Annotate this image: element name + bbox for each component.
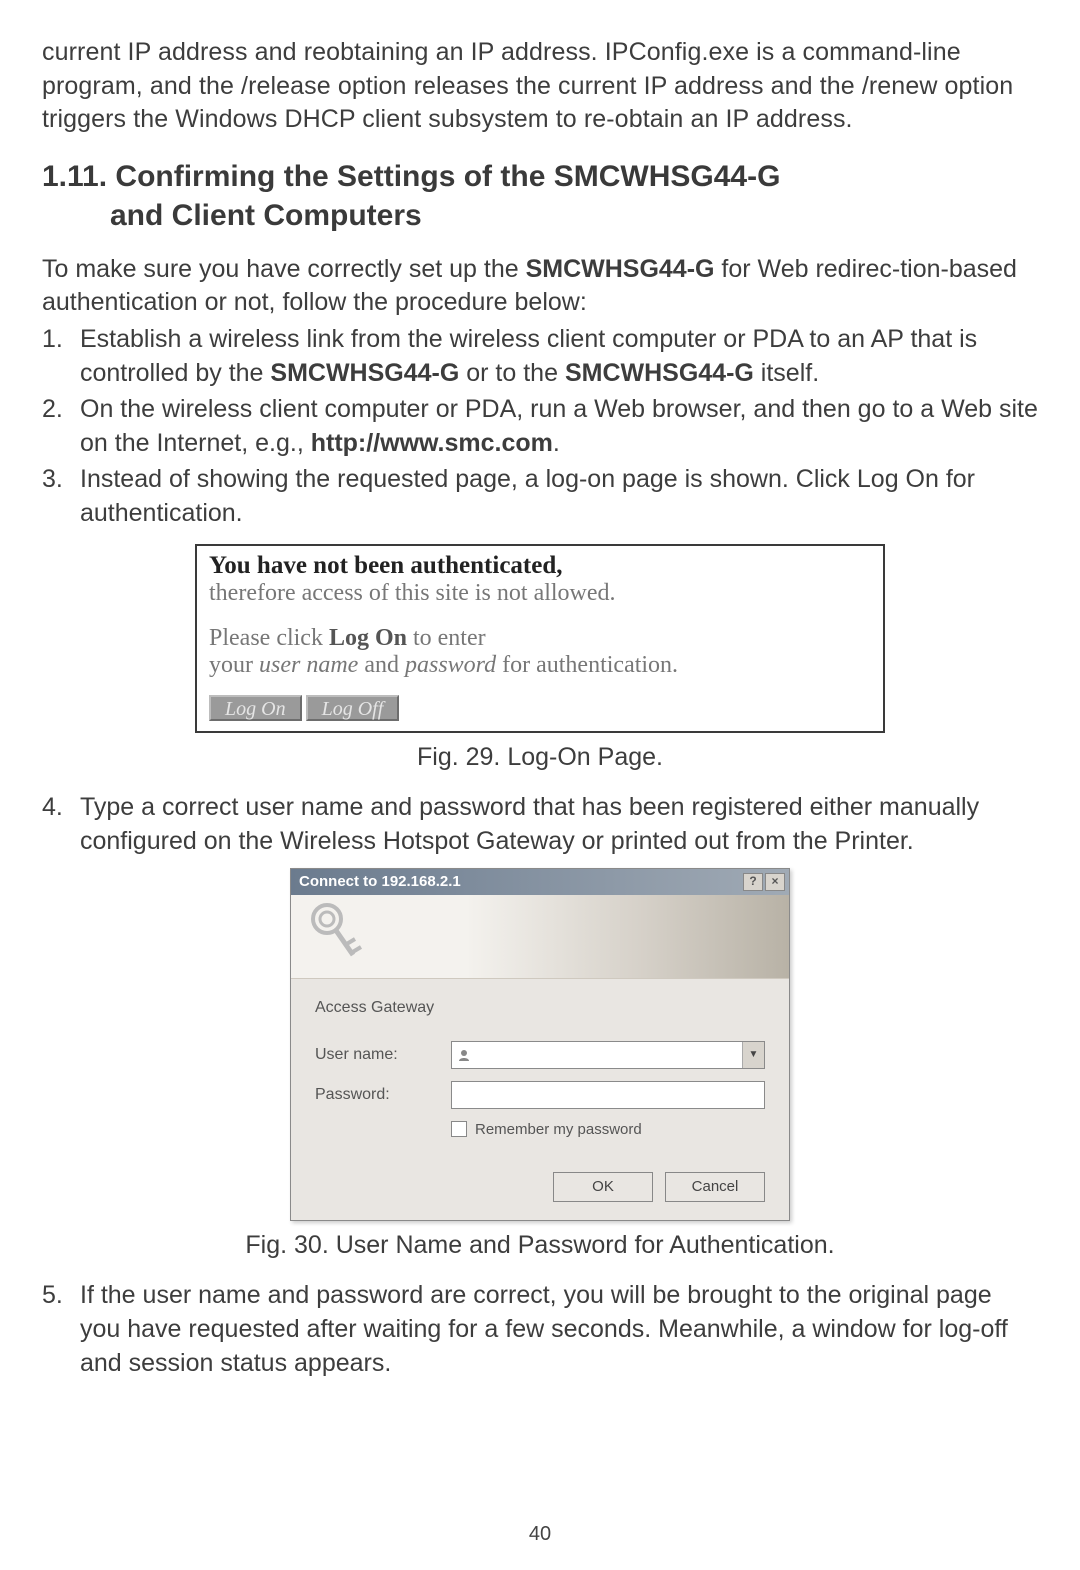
password-row: Password: <box>315 1081 765 1109</box>
cancel-button[interactable]: Cancel <box>665 1172 765 1202</box>
l3b: Log On <box>329 625 407 651</box>
figure-30-dialog: Connect to 192.168.2.1 ? × Access Gatewa… <box>290 868 790 1221</box>
password-input[interactable] <box>451 1081 765 1109</box>
close-button[interactable]: × <box>765 873 785 891</box>
password-label: Password: <box>315 1086 451 1104</box>
dialog-titlebar[interactable]: Connect to 192.168.2.1 ? × <box>291 869 789 895</box>
window-controls: ? × <box>743 873 785 891</box>
step-3: Instead of showing the requested page, a… <box>42 462 1038 530</box>
keys-icon <box>305 901 365 971</box>
s1-b1: SMCWHSG44-G <box>270 359 459 387</box>
s1-t2: or to the <box>459 359 565 387</box>
username-row: User name: ▼ <box>315 1041 765 1069</box>
help-button[interactable]: ? <box>743 873 763 891</box>
dialog-button-row: OK Cancel <box>291 1172 789 1220</box>
l4d: password <box>405 652 496 678</box>
dialog-banner <box>291 895 789 979</box>
remember-label: Remember my password <box>475 1121 642 1138</box>
step-5: If the user name and password are correc… <box>42 1278 1038 1380</box>
auth-msg-line2: therefore access of this site is not all… <box>209 580 871 607</box>
section-heading: 1.11. Confirming the Settings of the SMC… <box>42 157 1038 235</box>
l4b: user name <box>259 652 358 678</box>
page-number: 40 <box>0 1523 1080 1546</box>
dialog-title: Connect to 192.168.2.1 <box>299 873 461 890</box>
username-label: User name: <box>315 1046 451 1064</box>
figure-29: You have not been authenticated, therefo… <box>195 544 885 733</box>
s2-b1: http://www.smc.com <box>311 429 553 457</box>
user-icon <box>452 1042 476 1068</box>
lead-paragraph: current IP address and reobtaining an IP… <box>42 36 1038 137</box>
username-input[interactable] <box>476 1042 742 1068</box>
step-4: Type a correct user name and password th… <box>42 790 1038 858</box>
intro-text: To make sure you have correctly set up t… <box>42 253 1038 320</box>
step-2: On the wireless client computer or PDA, … <box>42 392 1038 460</box>
log-on-button[interactable]: Log On <box>209 695 302 721</box>
heading-line2: and Client Computers <box>42 196 1038 235</box>
step-1: Establish a wireless link from the wirel… <box>42 322 1038 390</box>
figure-30-caption: Fig. 30. User Name and Password for Auth… <box>42 1231 1038 1260</box>
steps-list: Establish a wireless link from the wirel… <box>42 322 1038 530</box>
logon-button-row: Log On Log Off <box>209 695 871 721</box>
l3a: Please click <box>209 625 329 651</box>
realm-label: Access Gateway <box>315 999 765 1017</box>
s3-t1: Instead of showing the requested page, a… <box>80 465 975 527</box>
steps-list-cont: Type a correct user name and password th… <box>42 790 1038 858</box>
steps-list-cont2: If the user name and password are correc… <box>42 1278 1038 1380</box>
intro-t1: To make sure you have correctly set up t… <box>42 255 526 283</box>
remember-row: Remember my password <box>451 1121 765 1138</box>
logon-page-box: You have not been authenticated, therefo… <box>195 544 885 733</box>
s5-t1: If the user name and password are correc… <box>80 1281 1008 1377</box>
auth-msg-line3: Please click Log On to enter <box>209 625 871 652</box>
l4a: your <box>209 652 259 678</box>
s4-t1: Type a correct user name and password th… <box>80 793 979 855</box>
s1-b2: SMCWHSG44-G <box>565 359 754 387</box>
log-off-button[interactable]: Log Off <box>306 695 400 721</box>
s1-t3: itself. <box>754 359 819 387</box>
l4e: for authentication. <box>496 652 678 678</box>
chevron-down-icon: ▼ <box>749 1049 759 1060</box>
heading-line1: 1.11. Confirming the Settings of the SMC… <box>42 160 780 193</box>
s2-t2: . <box>553 429 560 457</box>
ok-button[interactable]: OK <box>553 1172 653 1202</box>
username-combo[interactable]: ▼ <box>451 1041 765 1069</box>
dialog-body: Access Gateway User name: ▼ Password: Re… <box>291 979 789 1172</box>
intro-bold1: SMCWHSG44-G <box>526 255 715 283</box>
remember-checkbox[interactable] <box>451 1121 467 1137</box>
figure-29-caption: Fig. 29. Log-On Page. <box>42 743 1038 772</box>
l3c: to enter <box>407 625 486 651</box>
dropdown-button[interactable]: ▼ <box>742 1042 764 1068</box>
auth-msg-strong: You have not been authenticated, <box>209 552 563 579</box>
auth-msg-line4: your user name and password for authenti… <box>209 652 871 679</box>
l4c: and <box>358 652 405 678</box>
auth-msg-line1: You have not been authenticated, <box>209 552 871 580</box>
